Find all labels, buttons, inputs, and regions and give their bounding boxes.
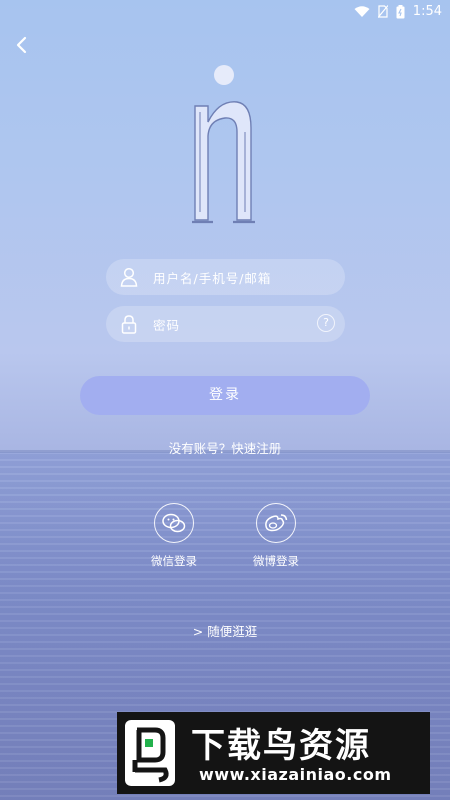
app-logo xyxy=(192,65,255,224)
status-time: 1:54 xyxy=(412,4,442,19)
watermark-title: 下载鸟资源 xyxy=(191,726,371,766)
login-screen: 1:54 用户名/手机号/邮箱 密码 ? 登录 没有账号？快速注册 微信登录 微… xyxy=(0,0,450,800)
wechat-login-button[interactable]: 微信登录 xyxy=(134,503,214,569)
watermark-url: www.xiazainiao.com xyxy=(199,765,392,784)
wechat-icon xyxy=(162,513,186,533)
username-field[interactable]: 用户名/手机号/邮箱 xyxy=(106,259,345,295)
register-link[interactable]: 没有账号？快速注册 xyxy=(0,438,450,457)
login-button[interactable]: 登录 xyxy=(80,376,370,415)
back-chevron-left-icon[interactable] xyxy=(12,35,32,55)
wifi-icon xyxy=(354,5,370,17)
status-bar: 1:54 xyxy=(0,0,450,24)
password-field[interactable]: 密码 ? xyxy=(106,306,345,342)
no-sim-icon xyxy=(377,5,388,18)
weibo-login-button[interactable]: 微博登录 xyxy=(236,503,316,569)
user-icon xyxy=(120,267,138,287)
weibo-login-label: 微博登录 xyxy=(253,554,299,568)
help-question-icon[interactable]: ? xyxy=(317,314,335,332)
browse-link[interactable]: > 随便逛逛 xyxy=(0,621,450,640)
wechat-login-label: 微信登录 xyxy=(151,554,197,568)
weibo-icon xyxy=(265,514,288,532)
password-placeholder: 密码 xyxy=(153,318,181,333)
watermark-banner: 下载鸟资源 www.xiazainiao.com xyxy=(117,712,430,794)
username-placeholder: 用户名/手机号/邮箱 xyxy=(153,271,272,286)
battery-icon xyxy=(396,4,405,18)
lock-icon xyxy=(121,315,137,334)
bird-logo-icon xyxy=(125,720,175,786)
